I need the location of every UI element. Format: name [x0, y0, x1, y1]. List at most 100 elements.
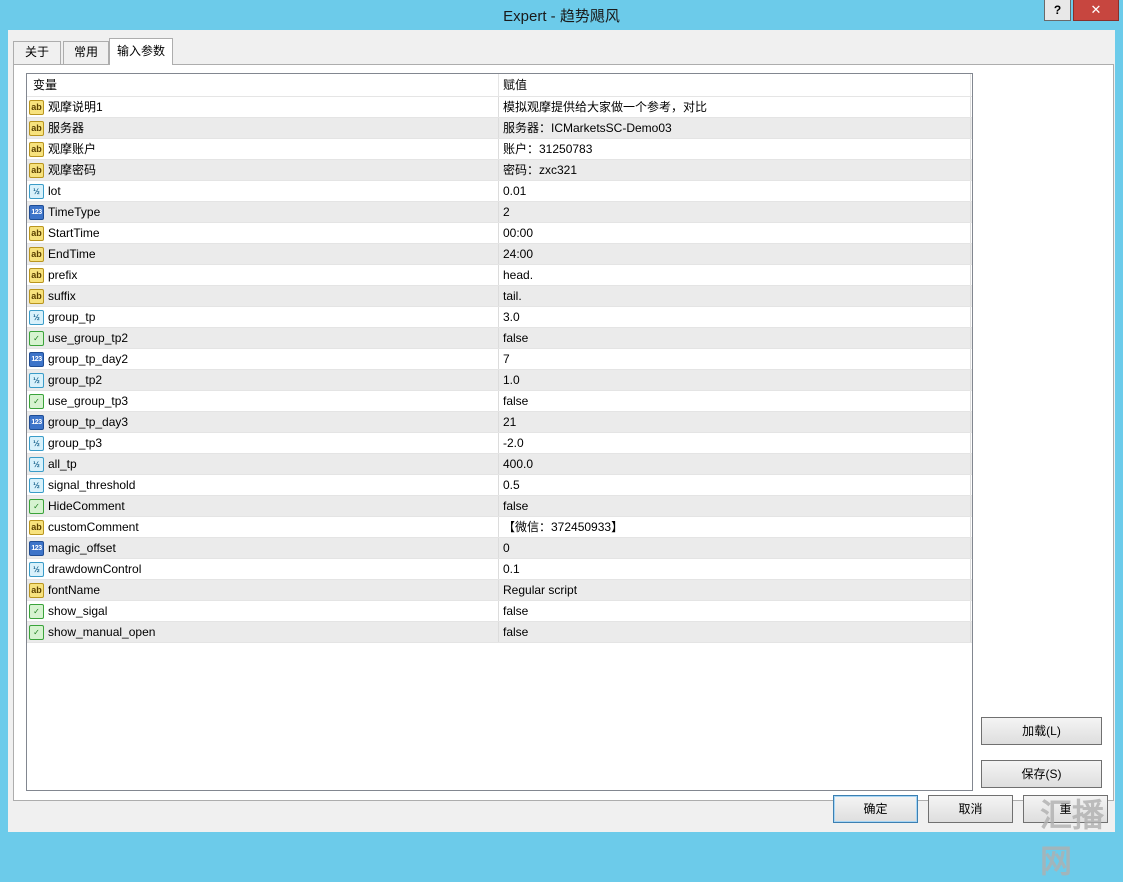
table-row[interactable]: ✓ show_manual_open false [27, 622, 972, 643]
table-row[interactable]: ab EndTime 24:00 [27, 244, 972, 265]
variable-cell: ✓ use_group_tp2 [27, 328, 499, 348]
integer-type-icon: 123 [29, 351, 44, 367]
table-row[interactable]: ab 观摩说明1 模拟观摩提供给大家做一个参考，对比 [27, 97, 972, 118]
integer-type-icon: 123 [29, 204, 44, 220]
value-cell[interactable]: 密码：zxc321 [499, 160, 971, 180]
value-cell[interactable]: 3.0 [499, 307, 971, 327]
title-bar: Expert - 趋势飓风 ? ✕ [0, 0, 1123, 30]
value-cell[interactable]: -2.0 [499, 433, 971, 453]
table-row[interactable]: ✓ show_sigal false [27, 601, 972, 622]
table-row[interactable]: 123 group_tp_day2 7 [27, 349, 972, 370]
value-cell[interactable]: 0.01 [499, 181, 971, 201]
table-row[interactable]: ab 观摩密码 密码：zxc321 [27, 160, 972, 181]
value-cell[interactable]: head. [499, 265, 971, 285]
table-row[interactable]: ab StartTime 00:00 [27, 223, 972, 244]
value-cell[interactable]: 24:00 [499, 244, 971, 264]
value-cell[interactable]: 2 [499, 202, 971, 222]
value-cell[interactable]: false [499, 622, 971, 642]
table-row[interactable]: ½ group_tp 3.0 [27, 307, 972, 328]
variable-cell: ✓ show_sigal [27, 601, 499, 621]
value-cell[interactable]: false [499, 601, 971, 621]
grid-rows: ab 观摩说明1 模拟观摩提供给大家做一个参考，对比 ab 服务器 服务器：ICMarke… [27, 97, 972, 643]
variable-cell: ½ group_tp [27, 307, 499, 327]
table-row[interactable]: 123 group_tp_day3 21 [27, 412, 972, 433]
variable-name: fontName [48, 583, 101, 597]
variable-name: group_tp_day2 [48, 352, 129, 366]
close-button[interactable]: ✕ [1073, 0, 1119, 21]
variable-name: 观摩密码 [48, 163, 97, 177]
load-button[interactable]: 加载(L) [981, 717, 1102, 745]
value-cell[interactable]: 1.0 [499, 370, 971, 390]
value-cell[interactable]: false [499, 391, 971, 411]
value-cell[interactable]: 0.1 [499, 559, 971, 579]
variable-name: show_manual_open [48, 625, 156, 639]
string-type-icon: ab [29, 99, 44, 115]
variable-name: StartTime [48, 226, 100, 240]
column-header-value[interactable]: 赋值 [499, 74, 971, 96]
cancel-button[interactable]: 取消 [928, 795, 1013, 823]
table-row[interactable]: ab fontName Regular script [27, 580, 972, 601]
value-cell[interactable]: false [499, 328, 971, 348]
tab-inputs[interactable]: 输入参数 [109, 38, 173, 65]
table-row[interactable]: ½ group_tp2 1.0 [27, 370, 972, 391]
variable-name: group_tp [48, 310, 96, 324]
table-row[interactable]: ½ signal_threshold 0.5 [27, 475, 972, 496]
tab-about[interactable]: 关于 [13, 41, 61, 64]
table-row[interactable]: ab 观摩账户 账户：31250783 [27, 139, 972, 160]
table-row[interactable]: ab prefix head. [27, 265, 972, 286]
value-cell[interactable]: 账户：31250783 [499, 139, 971, 159]
grid-header: 变量 赋值 [27, 74, 972, 97]
table-row[interactable]: ab suffix tail. [27, 286, 972, 307]
value-cell[interactable]: 【微信：372450933】 [499, 517, 971, 537]
double-type-icon: ½ [29, 183, 44, 199]
table-row[interactable]: ½ all_tp 400.0 [27, 454, 972, 475]
value-cell[interactable]: 0 [499, 538, 971, 558]
variable-cell: ✓ show_manual_open [27, 622, 499, 642]
string-type-icon: ab [29, 519, 44, 535]
variable-cell: ½ lot [27, 181, 499, 201]
double-type-icon: ½ [29, 372, 44, 388]
save-button[interactable]: 保存(S) [981, 760, 1102, 788]
value-cell[interactable]: 400.0 [499, 454, 971, 474]
tab-common[interactable]: 常用 [63, 41, 109, 64]
value-cell[interactable]: Regular script [499, 580, 971, 600]
table-row[interactable]: ab 服务器 服务器：ICMarketsSC-Demo03 [27, 118, 972, 139]
table-row[interactable]: ½ group_tp3 -2.0 [27, 433, 972, 454]
table-row[interactable]: ½ drawdownControl 0.1 [27, 559, 972, 580]
column-header-variable[interactable]: 变量 [27, 74, 499, 96]
variable-cell: ab suffix [27, 286, 499, 306]
table-row[interactable]: ✓ HideComment false [27, 496, 972, 517]
variable-cell: ½ group_tp3 [27, 433, 499, 453]
value-cell[interactable]: 模拟观摩提供给大家做一个参考，对比 [499, 97, 971, 117]
table-row[interactable]: ✓ use_group_tp2 false [27, 328, 972, 349]
value-cell[interactable]: 7 [499, 349, 971, 369]
variable-name: 服务器 [48, 121, 85, 135]
value-cell[interactable]: tail. [499, 286, 971, 306]
boolean-type-icon: ✓ [29, 603, 44, 619]
inputs-panel: 变量 赋值 ab 观摩说明1 模拟观摩提供给大家做一个参考，对比 ab 服务器 服务器：I… [13, 64, 1114, 801]
table-row[interactable]: 123 TimeType 2 [27, 202, 972, 223]
table-row[interactable]: ½ lot 0.01 [27, 181, 972, 202]
watermark-logo: 汇播网 [1040, 796, 1105, 880]
window-title: Expert - 趋势飓风 [503, 8, 620, 25]
ok-button[interactable]: 确定 [833, 795, 918, 823]
value-cell[interactable]: 服务器：ICMarketsSC-Demo03 [499, 118, 971, 138]
variable-name: TimeType [48, 205, 101, 219]
boolean-type-icon: ✓ [29, 498, 44, 514]
variable-cell: ab 观摩密码 [27, 160, 499, 180]
variable-name: use_group_tp3 [48, 394, 129, 408]
table-row[interactable]: 123 magic_offset 0 [27, 538, 972, 559]
variable-cell: 123 group_tp_day3 [27, 412, 499, 432]
value-cell[interactable]: false [499, 496, 971, 516]
value-cell[interactable]: 00:00 [499, 223, 971, 243]
help-button[interactable]: ? [1044, 0, 1071, 21]
variable-name: 观摩账户 [48, 142, 97, 156]
value-cell[interactable]: 0.5 [499, 475, 971, 495]
variable-name: group_tp3 [48, 436, 103, 450]
value-cell[interactable]: 21 [499, 412, 971, 432]
table-row[interactable]: ab customComment 【微信：372450933】 [27, 517, 972, 538]
variable-name: drawdownControl [48, 562, 142, 576]
table-row[interactable]: ✓ use_group_tp3 false [27, 391, 972, 412]
variable-cell: ab 服务器 [27, 118, 499, 138]
variable-name: suffix [48, 289, 76, 303]
